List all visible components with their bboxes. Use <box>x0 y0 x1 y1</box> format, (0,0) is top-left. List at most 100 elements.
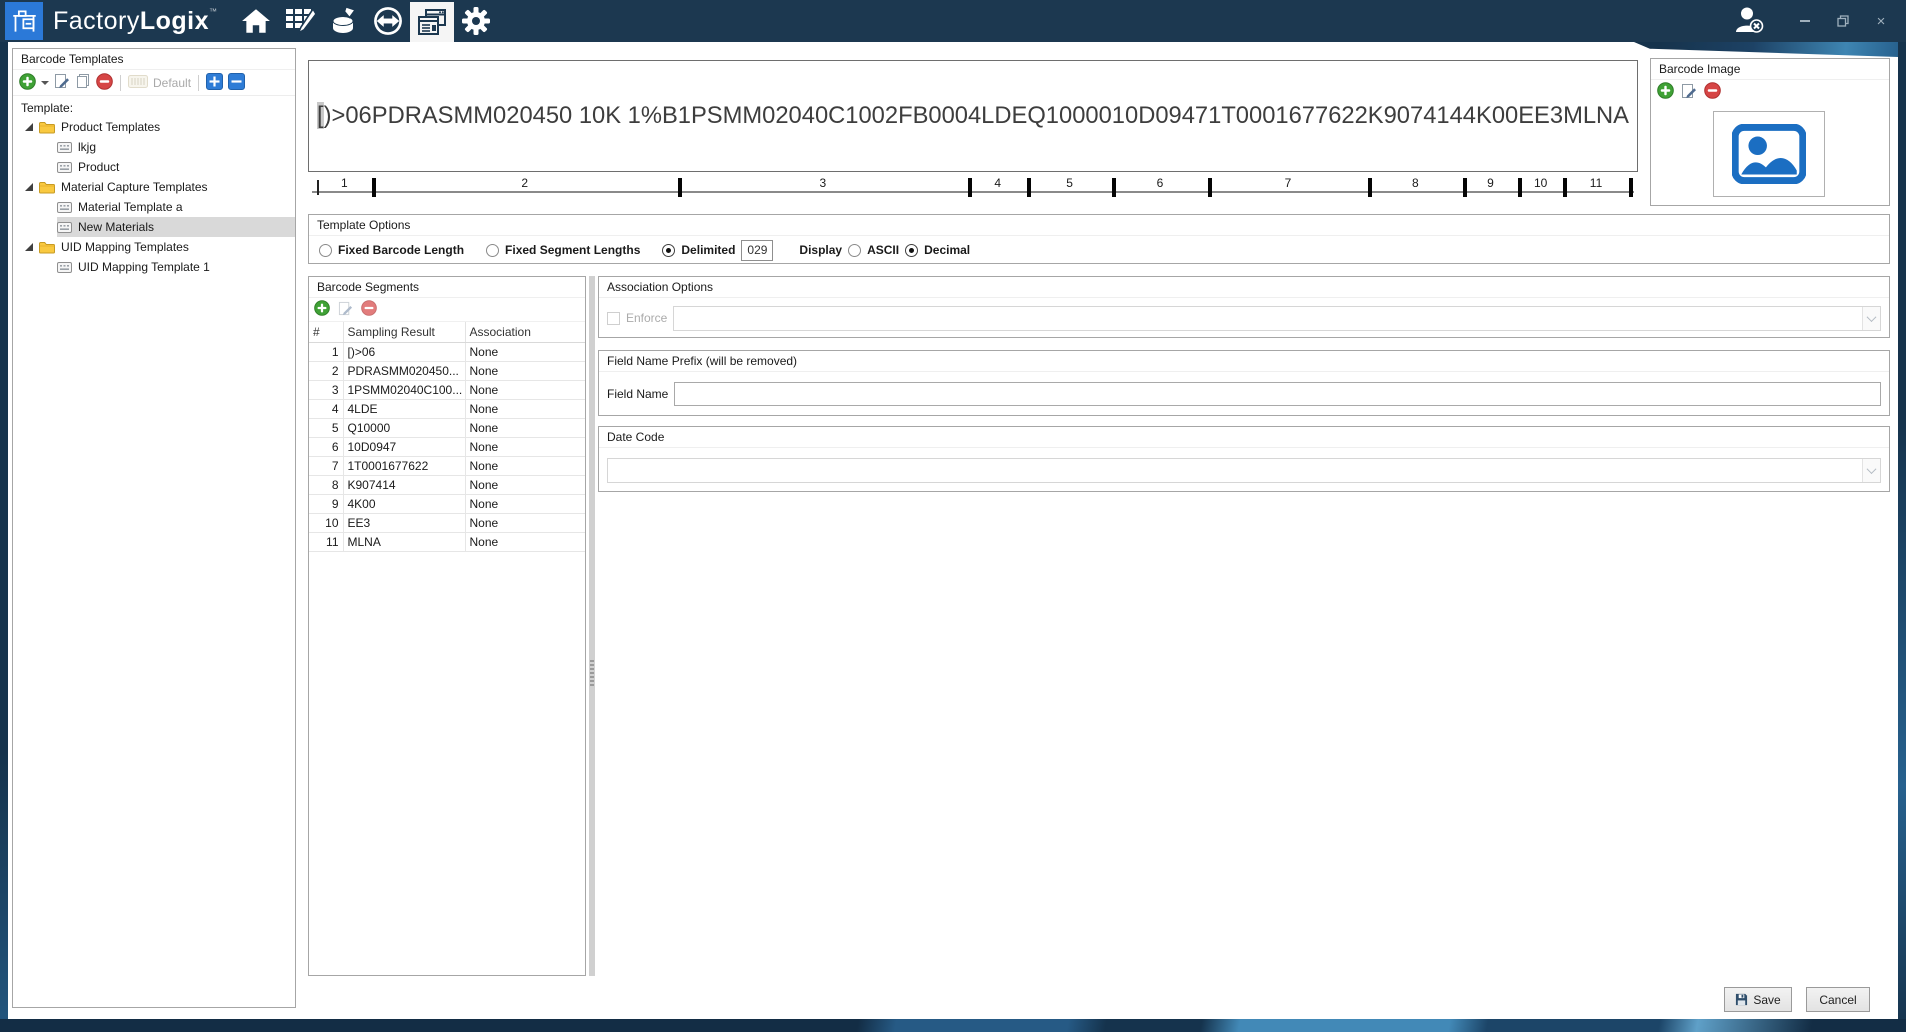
add-dropdown-icon[interactable] <box>41 81 49 85</box>
segment-row[interactable]: 71T0001677622None <box>309 456 585 475</box>
association-options-title: Association Options <box>599 277 1889 298</box>
fixed-barcode-length-radio[interactable] <box>319 244 332 257</box>
ascii-radio[interactable] <box>848 244 861 257</box>
chevron-down-icon[interactable] <box>1862 307 1880 330</box>
tree-item-label: Material Template a <box>78 200 183 214</box>
enforce-label: Enforce <box>626 311 667 325</box>
default-template-icon <box>128 75 148 91</box>
association-dropdown[interactable] <box>673 306 1881 331</box>
minimize-icon[interactable] <box>1794 11 1816 31</box>
decimal-radio[interactable] <box>905 244 918 257</box>
segment-num: 2 <box>309 361 343 380</box>
template-options-title: Template Options <box>309 215 1889 236</box>
remove-image-icon[interactable] <box>1704 82 1721 102</box>
image-placeholder-icon <box>1732 124 1806 184</box>
segment-row[interactable]: 1[)>06None <box>309 342 585 361</box>
template-icon <box>57 222 72 233</box>
segment-row[interactable]: 94K00None <box>309 494 585 513</box>
sidebar-title: Barcode Templates <box>13 49 295 70</box>
segment-association: None <box>465 399 585 418</box>
segment-row[interactable]: 610D0947None <box>309 437 585 456</box>
fixed-segment-lengths-radio[interactable] <box>486 244 499 257</box>
delimited-radio[interactable] <box>662 244 675 257</box>
production-icon[interactable] <box>278 0 322 42</box>
segment-row[interactable]: 2PDRASMM020450...None <box>309 361 585 380</box>
delimiter-input[interactable] <box>741 240 773 261</box>
chevron-down-icon[interactable] <box>1862 459 1880 482</box>
cancel-button[interactable]: Cancel <box>1806 987 1870 1012</box>
restore-icon[interactable] <box>1832 11 1854 31</box>
field-name-label: Field Name <box>607 387 668 401</box>
expander-icon[interactable] <box>25 183 33 191</box>
tree-item-row[interactable]: lkjg <box>13 137 295 157</box>
title-bar: FactoryLogix™ <box>0 0 1906 42</box>
settings-gear-icon[interactable] <box>454 0 498 42</box>
remove-template-icon[interactable] <box>96 73 113 93</box>
ascii-label: ASCII <box>867 243 899 257</box>
templates-icon[interactable] <box>410 2 454 42</box>
decimal-label: Decimal <box>924 243 970 257</box>
tree-item-row[interactable]: UID Mapping Template 1 <box>13 257 295 277</box>
tree-folder-row[interactable]: Product Templates <box>13 117 295 137</box>
expand-all-icon[interactable] <box>206 73 223 93</box>
edit-image-icon[interactable] <box>1681 83 1697 102</box>
tree-folder-label: Material Capture Templates <box>61 180 208 194</box>
remove-segment-icon[interactable] <box>361 300 377 319</box>
tree-item-row[interactable]: New Materials <box>13 217 295 237</box>
segment-row[interactable]: 10EE3None <box>309 513 585 532</box>
segment-row[interactable]: 5Q10000None <box>309 418 585 437</box>
segment-num: 10 <box>309 513 343 532</box>
home-icon[interactable] <box>234 0 278 42</box>
edit-segment-icon <box>338 301 353 319</box>
window-bottom-frame <box>0 1019 1906 1032</box>
template-icon <box>57 202 72 213</box>
add-template-icon[interactable] <box>19 73 36 93</box>
tree-item-row[interactable]: Product <box>13 157 295 177</box>
transfer-icon[interactable] <box>366 0 410 42</box>
template-icon <box>57 142 72 153</box>
add-segment-icon[interactable] <box>314 300 330 319</box>
tree-item-label: lkjg <box>78 140 96 154</box>
expander-icon[interactable] <box>25 123 33 131</box>
field-name-input[interactable] <box>674 382 1881 406</box>
expander-icon[interactable] <box>25 243 33 251</box>
edit-template-icon[interactable] <box>54 73 70 92</box>
image-placeholder[interactable] <box>1713 111 1825 197</box>
barcode-image-toolbar <box>1651 80 1889 104</box>
segments-table-body: 1[)>06None2PDRASMM020450...None31PSMM020… <box>309 342 585 551</box>
segment-num: 6 <box>309 437 343 456</box>
date-code-title: Date Code <box>599 427 1889 448</box>
template-label: Template: <box>13 96 295 117</box>
fixed-barcode-length-label: Fixed Barcode Length <box>338 243 464 257</box>
segment-sampling-result: EE3 <box>343 513 465 532</box>
window-controls: × <box>1734 0 1892 42</box>
segment-row[interactable]: 31PSMM02040C100...None <box>309 380 585 399</box>
segment-row[interactable]: 8K907414None <box>309 475 585 494</box>
copy-template-icon[interactable] <box>75 73 91 92</box>
display-label: Display <box>799 243 842 257</box>
template-tree: Product Templates lkjg Product Material Cap… <box>13 117 295 277</box>
delimited-label: Delimited <box>681 243 735 257</box>
segment-num: 8 <box>309 475 343 494</box>
folder-icon <box>39 241 55 254</box>
collapse-all-icon[interactable] <box>228 73 245 93</box>
barcode-display[interactable]: [)>06PDRASMM020450 10K 1%B1PSMM02040C100… <box>308 60 1638 172</box>
save-button[interactable]: Save <box>1724 987 1792 1012</box>
tree-folder-row[interactable]: UID Mapping Templates <box>13 237 295 257</box>
materials-icon[interactable] <box>322 0 366 42</box>
segment-row[interactable]: 44LDENone <box>309 399 585 418</box>
ruler-segment-number: 6 <box>1157 176 1164 190</box>
add-image-icon[interactable] <box>1657 82 1674 102</box>
close-icon[interactable]: × <box>1870 11 1892 31</box>
segment-row[interactable]: 11MLNANone <box>309 532 585 551</box>
tree-folder-row[interactable]: Material Capture Templates <box>13 177 295 197</box>
user-logout-icon[interactable] <box>1734 6 1764 36</box>
save-floppy-icon <box>1735 993 1748 1006</box>
vertical-splitter[interactable] <box>589 276 595 976</box>
tree-item-row[interactable]: Material Template a <box>13 197 295 217</box>
tree-item-label: New Materials <box>78 220 154 234</box>
segment-sampling-result: Q10000 <box>343 418 465 437</box>
date-code-dropdown[interactable] <box>607 458 1881 483</box>
segment-association: None <box>465 513 585 532</box>
enforce-checkbox[interactable] <box>607 312 620 325</box>
